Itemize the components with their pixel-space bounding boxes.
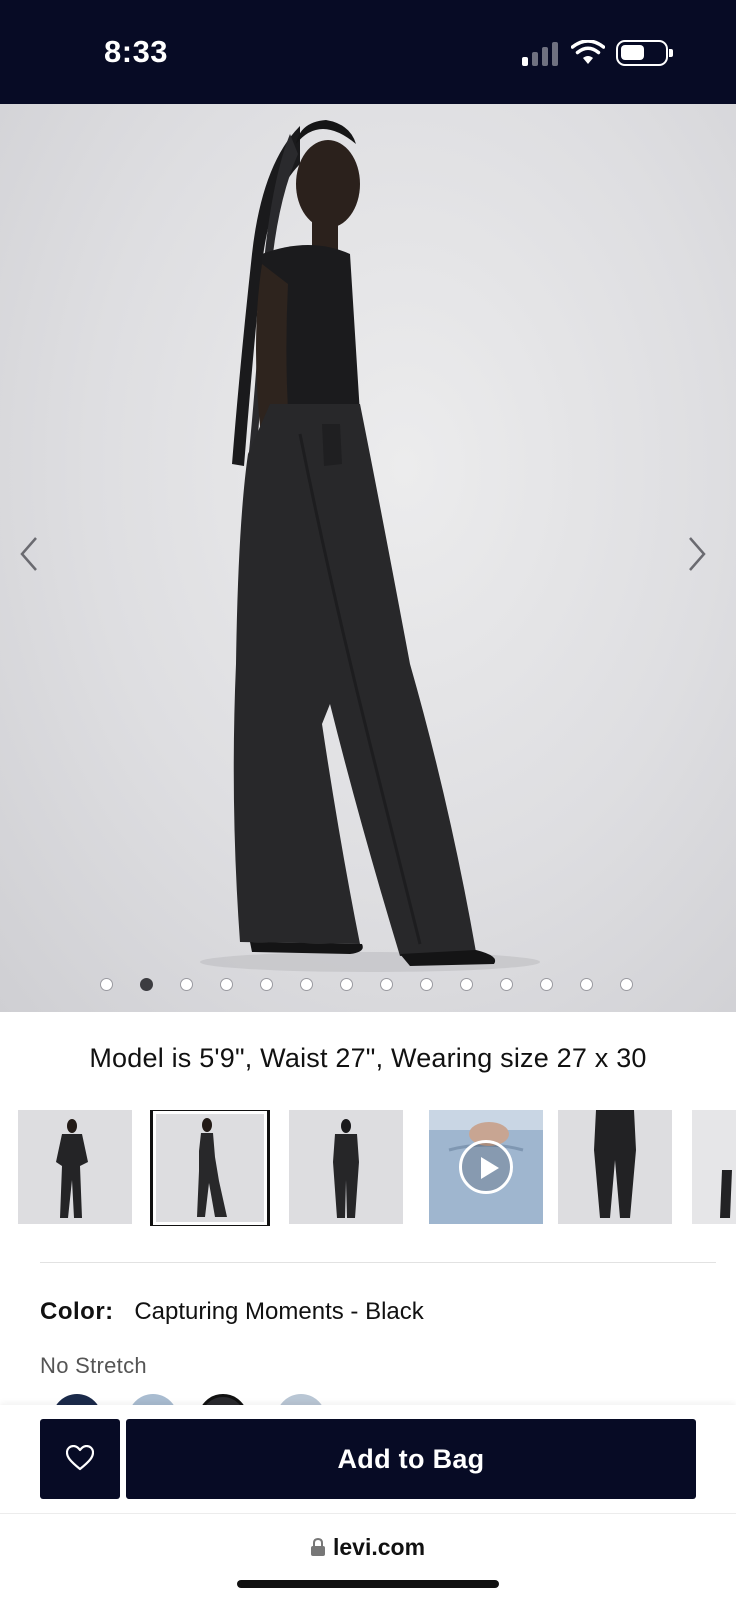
thumbnail-6[interactable] bbox=[692, 1110, 736, 1224]
carousel-dot[interactable] bbox=[580, 978, 593, 991]
carousel-dot[interactable] bbox=[100, 978, 113, 991]
carousel-dot[interactable] bbox=[540, 978, 553, 991]
carousel-dot[interactable] bbox=[220, 978, 233, 991]
carousel-dot[interactable] bbox=[620, 978, 633, 991]
product-image-carousel[interactable] bbox=[0, 104, 736, 1012]
lock-icon bbox=[310, 1537, 325, 1556]
heart-icon bbox=[66, 1445, 94, 1471]
carousel-dot[interactable] bbox=[340, 978, 353, 991]
carousel-dot[interactable] bbox=[180, 978, 193, 991]
action-bar: Add to Bag bbox=[0, 1405, 736, 1513]
product-image bbox=[200, 120, 540, 972]
url-text: levi.com bbox=[332, 1534, 426, 1560]
favorite-button[interactable] bbox=[40, 1419, 120, 1499]
carousel-dot[interactable] bbox=[420, 978, 433, 991]
color-label: Color: bbox=[40, 1298, 114, 1325]
play-icon[interactable] bbox=[459, 1140, 513, 1194]
battery-icon bbox=[616, 40, 673, 66]
browser-url-bar[interactable]: levi.com bbox=[0, 1513, 736, 1600]
chevron-left-icon[interactable] bbox=[10, 524, 50, 584]
thumbnail-4-video[interactable] bbox=[429, 1110, 543, 1224]
thumbnail-image bbox=[153, 1111, 267, 1225]
thumbnail-2[interactable] bbox=[150, 1110, 270, 1226]
wifi-icon bbox=[571, 40, 605, 64]
thumbnail-image bbox=[18, 1110, 132, 1224]
model-size-caption: Model is 5'9", Waist 27", Wearing size 2… bbox=[89, 1043, 647, 1073]
thumbnail-image bbox=[558, 1110, 672, 1224]
carousel-dot[interactable] bbox=[460, 978, 473, 991]
add-to-bag-button[interactable]: Add to Bag bbox=[126, 1419, 696, 1499]
stretch-label: No Stretch bbox=[40, 1353, 147, 1378]
chevron-right-icon[interactable] bbox=[676, 524, 716, 584]
carousel-dot[interactable] bbox=[500, 978, 513, 991]
status-time: 8:33 bbox=[104, 34, 169, 69]
cellular-signal-icon bbox=[522, 40, 560, 66]
thumbnail-image bbox=[692, 1110, 736, 1224]
carousel-dot[interactable] bbox=[300, 978, 313, 991]
section-divider bbox=[40, 1262, 716, 1263]
carousel-pagination bbox=[0, 978, 736, 994]
thumbnail-strip[interactable] bbox=[0, 1110, 736, 1226]
status-bar: 8:33 bbox=[0, 0, 736, 104]
thumbnail-image bbox=[289, 1110, 403, 1224]
thumbnail-5[interactable] bbox=[558, 1110, 672, 1224]
color-value: Capturing Moments - Black bbox=[134, 1298, 424, 1325]
color-row: Color: Capturing Moments - Black bbox=[40, 1298, 424, 1326]
home-indicator[interactable] bbox=[237, 1580, 499, 1588]
carousel-dot[interactable] bbox=[140, 978, 153, 991]
url-display[interactable]: levi.com bbox=[0, 1534, 736, 1561]
thumbnail-1[interactable] bbox=[18, 1110, 132, 1224]
carousel-dot[interactable] bbox=[380, 978, 393, 991]
carousel-dot[interactable] bbox=[260, 978, 273, 991]
thumbnail-3[interactable] bbox=[289, 1110, 403, 1224]
